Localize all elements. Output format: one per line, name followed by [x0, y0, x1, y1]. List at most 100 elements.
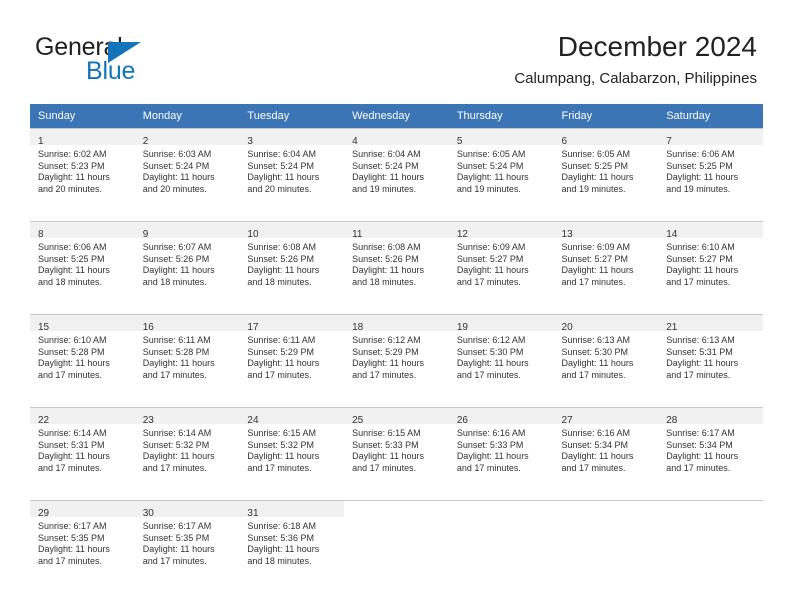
- calendar-day-cell[interactable]: 2 Sunrise: 6:03 AM Sunset: 5:24 PM Daylight…: [134, 128, 240, 216]
- day-number: 2: [142, 136, 149, 147]
- calendar-day-cell[interactable]: 9 Sunrise: 6:07 AM Sunset: 5:26 PM Daylight…: [134, 221, 240, 309]
- daylight-text-line1: Daylight: 11 hours: [38, 172, 110, 183]
- calendar-day-cell[interactable]: 12 Sunrise: 6:09 AM Sunset: 5:27 PM Dayligh…: [448, 221, 554, 309]
- calendar-day-empty: [658, 500, 763, 588]
- calendar-day-cell[interactable]: 24 Sunrise: 6:15 AM Sunset: 5:32 PM Dayligh…: [239, 407, 345, 495]
- day-events: Sunrise: 6:04 AM Sunset: 5:24 PM Daylight:…: [344, 145, 449, 195]
- weekday-header-wednesday: Wednesday: [344, 104, 449, 128]
- sunset-text: Sunset: 5:32 PM: [247, 439, 314, 450]
- day-number: 27: [561, 415, 573, 426]
- sunrise-text: Sunrise: 6:08 AM: [247, 242, 316, 252]
- day-number: 13: [561, 229, 573, 240]
- calendar-day-content: 3 Sunrise: 6:04 AM Sunset: 5:24 PM Daylight…: [239, 128, 345, 216]
- calendar-day-cell[interactable]: 20 Sunrise: 6:13 AM Sunset: 5:30 PM Dayligh…: [553, 314, 659, 402]
- calendar-day-cell[interactable]: 11 Sunrise: 6:08 AM Sunset: 5:26 PM Dayligh…: [344, 221, 449, 309]
- sunrise-text: Sunrise: 6:15 AM: [247, 428, 316, 438]
- calendar-day-cell[interactable]: 8 Sunrise: 6:06 AM Sunset: 5:25 PM Daylight…: [30, 221, 135, 309]
- calendar-day-content: 22 Sunrise: 6:14 AM Sunset: 5:31 PM Dayligh…: [30, 407, 135, 495]
- calendar-day-cell[interactable]: 23 Sunrise: 6:14 AM Sunset: 5:32 PM Dayligh…: [134, 407, 240, 495]
- day-number-band: 6: [553, 129, 659, 147]
- calendar-day-content: 31 Sunrise: 6:18 AM Sunset: 5:36 PM Dayligh…: [239, 500, 345, 588]
- calendar-day-cell[interactable]: 19 Sunrise: 6:12 AM Sunset: 5:30 PM Dayligh…: [448, 314, 554, 402]
- day-events: Sunrise: 6:17 AM Sunset: 5:35 PM Daylight:…: [30, 517, 135, 567]
- calendar-day-cell[interactable]: 26 Sunrise: 6:16 AM Sunset: 5:33 PM Dayligh…: [448, 407, 554, 495]
- daylight-text-line1: Daylight: 11 hours: [247, 358, 320, 369]
- daylight-text-line2: and 17 minutes.: [352, 369, 417, 380]
- calendar-day-cell[interactable]: 3 Sunrise: 6:04 AM Sunset: 5:24 PM Daylight…: [239, 128, 345, 216]
- calendar-day-cell[interactable]: 28 Sunrise: 6:17 AM Sunset: 5:34 PM Dayligh…: [658, 407, 763, 495]
- daylight-text-line2: and 18 minutes.: [247, 555, 312, 566]
- daylight-text-line1: Daylight: 11 hours: [561, 265, 634, 276]
- calendar-grid: Sunday Monday Tuesday Wednesday Thursday…: [30, 104, 763, 588]
- daylight-text-line1: Daylight: 11 hours: [142, 265, 215, 276]
- day-number: 3: [247, 136, 253, 147]
- daylight-text-line2: and 20 minutes.: [247, 183, 312, 194]
- calendar-week-row: 8 Sunrise: 6:06 AM Sunset: 5:25 PM Daylight…: [30, 221, 763, 309]
- sunset-text: Sunset: 5:29 PM: [247, 346, 314, 357]
- calendar-day-cell[interactable]: 22 Sunrise: 6:14 AM Sunset: 5:31 PM Dayligh…: [30, 407, 135, 495]
- day-number: 14: [666, 229, 678, 240]
- calendar-day-cell[interactable]: 30 Sunrise: 6:17 AM Sunset: 5:35 PM Dayligh…: [134, 500, 240, 588]
- sunrise-text: Sunrise: 6:05 AM: [561, 149, 631, 159]
- calendar-day-cell[interactable]: 27 Sunrise: 6:16 AM Sunset: 5:34 PM Dayligh…: [553, 407, 659, 495]
- calendar-day-cell[interactable]: 29 Sunrise: 6:17 AM Sunset: 5:35 PM Dayligh…: [30, 500, 135, 588]
- day-number-band: 29: [30, 501, 135, 519]
- calendar-day-cell[interactable]: 6 Sunrise: 6:05 AM Sunset: 5:25 PM Daylight…: [553, 128, 659, 216]
- sunset-text: Sunset: 5:32 PM: [142, 439, 210, 450]
- calendar-day-cell[interactable]: 15 Sunrise: 6:10 AM Sunset: 5:28 PM Dayligh…: [30, 314, 135, 402]
- daylight-text-line1: Daylight: 11 hours: [352, 172, 424, 183]
- calendar-week-row: 22 Sunrise: 6:14 AM Sunset: 5:31 PM Dayligh…: [30, 407, 763, 495]
- day-number-band: 7: [658, 129, 763, 147]
- day-number: 7: [666, 136, 672, 147]
- day-events: Sunrise: 6:14 AM Sunset: 5:31 PM Daylight:…: [30, 424, 135, 474]
- calendar-day-cell[interactable]: 25 Sunrise: 6:15 AM Sunset: 5:33 PM Dayligh…: [344, 407, 449, 495]
- daylight-text-line2: and 17 minutes.: [38, 462, 103, 473]
- daylight-text-line1: Daylight: 11 hours: [142, 172, 215, 183]
- calendar-day-cell[interactable]: 5 Sunrise: 6:05 AM Sunset: 5:24 PM Daylight…: [448, 128, 554, 216]
- weekday-header-thursday: Thursday: [448, 104, 554, 128]
- calendar-day-cell[interactable]: 31 Sunrise: 6:18 AM Sunset: 5:36 PM Dayligh…: [239, 500, 345, 588]
- daylight-text-line1: Daylight: 11 hours: [456, 358, 529, 369]
- calendar-day-cell[interactable]: 1 Sunrise: 6:02 AM Sunset: 5:23 PM Daylight…: [30, 128, 135, 216]
- calendar-day-cell[interactable]: 4 Sunrise: 6:04 AM Sunset: 5:24 PM Daylight…: [344, 128, 449, 216]
- daylight-text-line2: and 17 minutes.: [666, 369, 731, 380]
- weekday-header-saturday: Saturday: [658, 104, 763, 128]
- calendar-day-cell[interactable]: 21 Sunrise: 6:13 AM Sunset: 5:31 PM Dayligh…: [658, 314, 763, 402]
- calendar-week-row: 1 Sunrise: 6:02 AM Sunset: 5:23 PM Daylight…: [30, 128, 763, 216]
- calendar-day-cell[interactable]: 14 Sunrise: 6:10 AM Sunset: 5:27 PM Dayligh…: [658, 221, 763, 309]
- daylight-text-line1: Daylight: 11 hours: [247, 451, 320, 462]
- calendar-day-cell[interactable]: 17 Sunrise: 6:11 AM Sunset: 5:29 PM Dayligh…: [239, 314, 345, 402]
- calendar-day-content: 10 Sunrise: 6:08 AM Sunset: 5:26 PM Dayligh…: [239, 221, 345, 309]
- daylight-text-line2: and 20 minutes.: [38, 183, 103, 194]
- day-number: 8: [38, 229, 44, 240]
- calendar-day-cell[interactable]: 16 Sunrise: 6:11 AM Sunset: 5:28 PM Dayligh…: [134, 314, 240, 402]
- sunset-text: Sunset: 5:29 PM: [352, 346, 419, 357]
- day-number-band: 15: [30, 315, 135, 333]
- sunset-text: Sunset: 5:33 PM: [352, 439, 419, 450]
- sunset-text: Sunset: 5:26 PM: [352, 253, 419, 264]
- daylight-text-line1: Daylight: 11 hours: [666, 172, 739, 183]
- calendar-day-content: 15 Sunrise: 6:10 AM Sunset: 5:28 PM Dayligh…: [30, 314, 135, 402]
- page-title: December 2024: [557, 31, 757, 62]
- daylight-text-line1: Daylight: 11 hours: [38, 544, 110, 555]
- calendar-day-cell[interactable]: 13 Sunrise: 6:09 AM Sunset: 5:27 PM Dayligh…: [553, 221, 659, 309]
- daylight-text-line2: and 18 minutes.: [38, 276, 103, 287]
- day-events: Sunrise: 6:03 AM Sunset: 5:24 PM Daylight:…: [135, 145, 240, 195]
- sunrise-text: Sunrise: 6:11 AM: [142, 335, 211, 345]
- day-number: 1: [38, 136, 44, 147]
- calendar-day-cell: [658, 500, 763, 588]
- daylight-text-line1: Daylight: 11 hours: [561, 172, 634, 183]
- calendar-day-cell[interactable]: 18 Sunrise: 6:12 AM Sunset: 5:29 PM Dayligh…: [344, 314, 449, 402]
- sunrise-text: Sunrise: 6:10 AM: [38, 335, 107, 345]
- calendar-day-cell[interactable]: 7 Sunrise: 6:06 AM Sunset: 5:25 PM Daylight…: [658, 128, 763, 216]
- calendar-day-content: 1 Sunrise: 6:02 AM Sunset: 5:23 PM Daylight…: [30, 128, 135, 216]
- calendar-day-cell: [344, 500, 449, 588]
- calendar-day-cell: [448, 500, 554, 588]
- daylight-text-line2: and 17 minutes.: [247, 462, 312, 473]
- calendar-day-cell[interactable]: 10 Sunrise: 6:08 AM Sunset: 5:26 PM Dayligh…: [239, 221, 345, 309]
- calendar-day-content: 2 Sunrise: 6:03 AM Sunset: 5:24 PM Daylight…: [134, 128, 240, 216]
- sunset-text: Sunset: 5:31 PM: [38, 439, 105, 450]
- daylight-text-line1: Daylight: 11 hours: [142, 451, 215, 462]
- daylight-text-line1: Daylight: 11 hours: [456, 451, 529, 462]
- day-number: 15: [38, 322, 50, 333]
